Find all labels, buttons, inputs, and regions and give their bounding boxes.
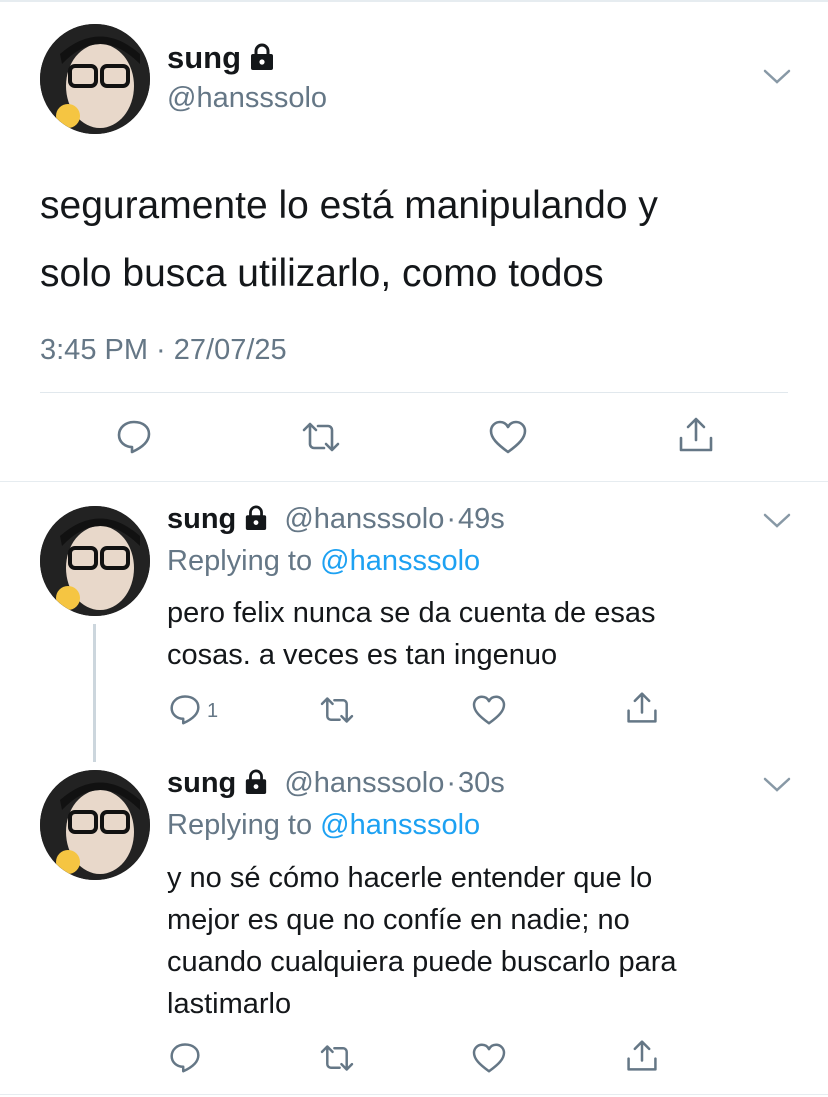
mention-link[interactable]: @hansssolo <box>320 545 480 577</box>
reply-handle[interactable]: @hansssolo <box>284 503 444 535</box>
chevron-down-icon[interactable] <box>762 510 792 535</box>
reply-icon <box>116 418 152 459</box>
avatar[interactable] <box>40 770 150 880</box>
retweet-icon <box>318 1043 356 1078</box>
avatar[interactable] <box>40 24 150 134</box>
author-handle[interactable]: @hansssolo <box>167 82 327 115</box>
reply-handle[interactable]: @hansssolo <box>284 767 444 799</box>
like-button[interactable] <box>472 695 506 730</box>
avatar[interactable] <box>40 506 150 616</box>
reply-count: 1 <box>207 700 219 722</box>
lock-icon <box>244 769 268 803</box>
reply-text-line: lastimarlo <box>167 988 292 1020</box>
share-button[interactable] <box>625 691 659 730</box>
replying-to: Replying to @hansssolo <box>167 545 481 577</box>
retweet-icon <box>300 420 342 459</box>
heart-icon <box>472 1043 506 1078</box>
reply-header: sung @hansssolo·49s <box>167 503 505 539</box>
author-display-name[interactable]: sung <box>167 40 275 79</box>
retweet-icon <box>318 695 356 730</box>
reply-text: y no sé cómo hacerle entender que lo mej… <box>167 857 676 1025</box>
tweet-text-line: seguramente lo está manipulando y <box>40 184 658 227</box>
reply-display-name[interactable]: sung <box>167 767 236 799</box>
like-button[interactable] <box>472 1043 506 1078</box>
reply-text: pero felix nunca se da cuenta de esas co… <box>167 592 656 676</box>
chevron-down-icon[interactable] <box>762 774 792 799</box>
share-icon <box>625 691 659 730</box>
reply-icon <box>169 693 201 730</box>
reply-text-line: pero felix nunca se da cuenta de esas <box>167 597 656 629</box>
share-button[interactable] <box>625 1039 659 1078</box>
reply-header: sung @hansssolo·30s <box>167 767 505 803</box>
chevron-down-icon[interactable] <box>762 66 792 91</box>
separator: · <box>446 503 457 535</box>
reply-button[interactable] <box>169 1041 201 1078</box>
reply-time[interactable]: 49s <box>458 503 505 535</box>
divider <box>0 481 828 482</box>
tweet-text: seguramente lo está manipulando y solo b… <box>40 172 658 308</box>
retweet-button[interactable] <box>318 695 356 730</box>
top-border <box>0 0 828 2</box>
share-icon <box>677 416 715 459</box>
retweet-button[interactable] <box>318 1043 356 1078</box>
tweet-text-line: solo busca utilizarlo, como todos <box>40 252 604 295</box>
share-button[interactable] <box>677 416 715 459</box>
separator: · <box>446 767 457 799</box>
replying-to: Replying to @hansssolo <box>167 809 481 841</box>
retweet-button[interactable] <box>300 420 342 459</box>
divider <box>40 392 788 393</box>
reply-text-line: mejor es que no confíe en nadie; no <box>167 904 630 936</box>
reply-time[interactable]: 30s <box>458 767 505 799</box>
reply-text-line: y no sé cómo hacerle entender que lo <box>167 862 653 894</box>
reply-button[interactable] <box>116 418 152 459</box>
heart-icon <box>472 695 506 730</box>
tweet-timestamp[interactable]: 3:45 PM · 27/07/25 <box>40 334 287 367</box>
divider <box>0 1094 828 1095</box>
heart-icon <box>489 420 527 459</box>
reply-button[interactable]: 1 <box>169 693 218 730</box>
reply-display-name[interactable]: sung <box>167 503 236 535</box>
reply-text-line: cosas. a veces es tan ingenuo <box>167 639 558 671</box>
lock-icon <box>244 505 268 539</box>
lock-icon <box>249 43 275 79</box>
reply-icon <box>169 1041 201 1078</box>
share-icon <box>625 1039 659 1078</box>
reply-text-line: cuando cualquiera puede buscarlo para <box>167 946 677 978</box>
like-button[interactable] <box>489 420 527 459</box>
thread-line <box>93 624 96 762</box>
mention-link[interactable]: @hansssolo <box>320 809 480 841</box>
